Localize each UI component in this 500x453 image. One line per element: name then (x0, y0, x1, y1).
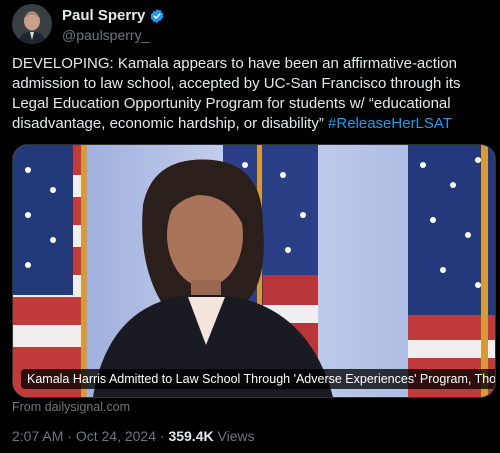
author-display-name[interactable]: Paul Sperry (62, 7, 145, 24)
author-name-row: Paul Sperry (62, 7, 165, 24)
card-image (13, 145, 495, 397)
meta-separator: · (63, 428, 76, 444)
avatar[interactable] (12, 4, 52, 44)
post-time[interactable]: 2:07 AM (12, 428, 63, 444)
verified-badge-icon[interactable] (149, 8, 165, 24)
meta-separator: · (156, 428, 169, 444)
views-label: Views (213, 428, 255, 444)
views-count: 359.4K (168, 428, 214, 444)
post-text: DEVELOPING: Kamala appears to have been … (12, 54, 492, 134)
post-meta: 2:07 AM · Oct 24, 2024 · 359.4K Views (12, 428, 255, 444)
post-date[interactable]: Oct 24, 2024 (76, 428, 156, 444)
hashtag-link[interactable]: #ReleaseHerLSAT (328, 115, 452, 132)
author-handle[interactable]: @paulsperry_ (62, 27, 149, 43)
link-card[interactable]: Kamala Harris Admitted to Law School Thr… (12, 144, 496, 398)
card-source[interactable]: From dailysignal.com (12, 400, 130, 414)
tweet: Paul Sperry @paulsperry_ DEVELOPING: Kam… (0, 0, 500, 453)
card-title: Kamala Harris Admitted to Law School Thr… (21, 369, 495, 389)
